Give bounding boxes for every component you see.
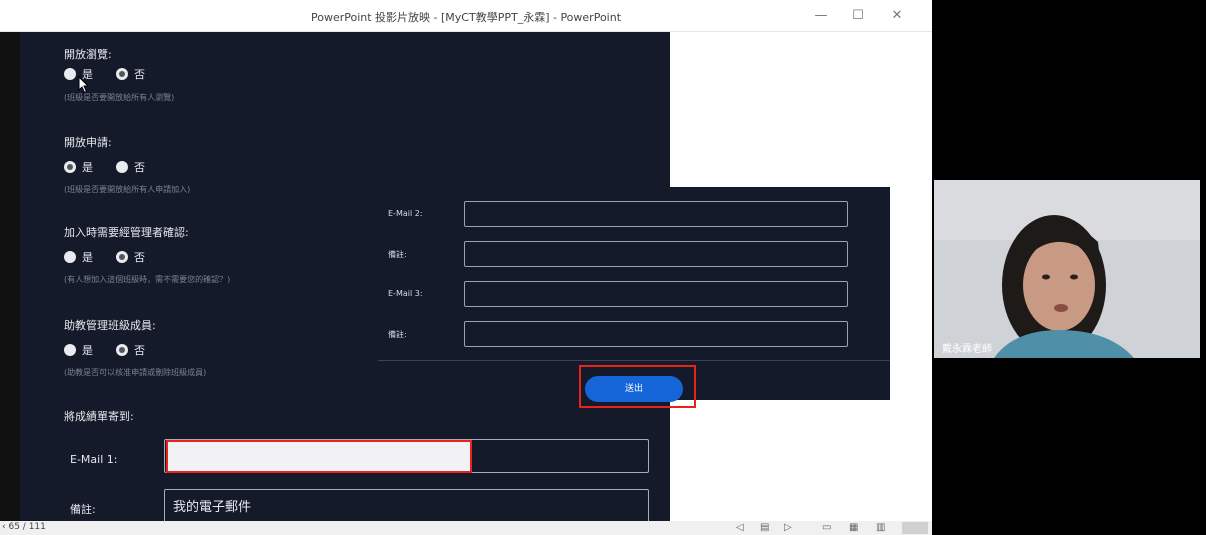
note3-label: 備註: (388, 330, 407, 339)
slide-sorter-icon[interactable]: ▦ (849, 522, 858, 534)
admin-confirm-no-option[interactable]: 否 (116, 249, 145, 265)
open-apply-no-label: 否 (134, 161, 145, 174)
slide-show-icon[interactable] (902, 522, 928, 534)
open-apply-no-option[interactable]: 否 (116, 159, 145, 175)
email3-input[interactable] (464, 281, 848, 307)
ta-manage-no-radio[interactable] (116, 344, 128, 356)
open-apply-hint: (班級是否要開放給所有人申請加入) (64, 185, 191, 194)
open-browse-no-label: 否 (134, 68, 145, 81)
slide-gutter (0, 32, 20, 521)
minimize-button[interactable]: — (806, 6, 836, 26)
presenter-video-image (934, 180, 1200, 358)
submit-highlight-box (579, 365, 696, 408)
ta-manage-hint: (助教是否可以核准申請或刪除班級成員) (64, 368, 207, 377)
ta-manage-label: 助教管理班級成員: (64, 319, 156, 332)
open-apply-yes-radio[interactable] (64, 161, 76, 173)
open-apply-label: 開放申請: (64, 136, 112, 149)
admin-confirm-no-label: 否 (134, 251, 145, 264)
ta-manage-yes-radio[interactable] (64, 344, 76, 356)
window-title: PowerPoint 投影片放映 - [MyCT教學PPT_永霖] - Powe… (310, 11, 622, 24)
note2-input[interactable] (464, 241, 848, 267)
divider (378, 360, 890, 361)
open-apply-no-radio[interactable] (116, 161, 128, 173)
menu-icon[interactable]: ▤ (760, 522, 769, 534)
ta-manage-no-option[interactable]: 否 (116, 342, 145, 358)
reading-view-icon[interactable]: ▥ (876, 522, 885, 534)
admin-confirm-yes-label: 是 (82, 251, 93, 264)
slide-area: 開放瀏覽: 是 否 (班級是否要開放給所有人瀏覽) 開放申請: 是 否 (班級是… (0, 32, 932, 521)
previous-slide-icon[interactable]: ◁ (736, 522, 744, 534)
email1-label: E-Mail 1: (70, 453, 118, 466)
ta-manage-yes-label: 是 (82, 344, 93, 357)
normal-view-icon[interactable]: ▭ (822, 522, 831, 534)
email2-input[interactable] (464, 201, 848, 227)
status-bar: ‹ 65 / 111 ◁ ▤ ▷ ▭ ▦ ▥ (0, 521, 932, 535)
note1-input[interactable]: 我的電子郵件 (164, 489, 649, 521)
ta-manage-no-label: 否 (134, 344, 145, 357)
admin-confirm-no-radio[interactable] (116, 251, 128, 263)
note1-value: 我的電子郵件 (173, 500, 252, 515)
note1-label: 備註: (70, 503, 96, 516)
open-apply-yes-option[interactable]: 是 (64, 159, 93, 175)
next-slide-icon[interactable]: ▷ (784, 522, 792, 534)
open-browse-no-radio[interactable] (116, 68, 128, 80)
note3-input[interactable] (464, 321, 848, 347)
close-button[interactable]: ✕ (882, 6, 912, 26)
mouse-cursor-icon (78, 76, 90, 94)
send-to-label: 將成績單寄到: (64, 410, 134, 423)
open-browse-no-option[interactable]: 否 (116, 66, 145, 82)
admin-confirm-label: 加入時需要經管理者確認: (64, 226, 189, 239)
ta-manage-yes-option[interactable]: 是 (64, 342, 93, 358)
admin-confirm-yes-radio[interactable] (64, 251, 76, 263)
email3-label: E-Mail 3: (388, 289, 423, 298)
open-apply-yes-label: 是 (82, 161, 93, 174)
email1-highlight-box (166, 440, 472, 473)
note2-label: 備註: (388, 250, 407, 259)
title-bar: PowerPoint 投影片放映 - [MyCT教學PPT_永霖] - Powe… (0, 0, 932, 32)
email2-label: E-Mail 2: (388, 209, 423, 218)
maximize-button[interactable]: ☐ (843, 6, 873, 26)
webcam-feed: 戴永霖老師 (934, 180, 1200, 358)
admin-confirm-yes-option[interactable]: 是 (64, 249, 93, 265)
open-browse-yes-radio[interactable] (64, 68, 76, 80)
admin-confirm-hint: (有人想加入這個班級時，需不需要您的確認？) (64, 275, 231, 284)
powerpoint-window: PowerPoint 投影片放映 - [MyCT教學PPT_永霖] - Powe… (0, 0, 932, 535)
open-browse-label: 開放瀏覽: (64, 48, 112, 61)
slide-number: ‹ 65 / 111 (2, 522, 46, 532)
presenter-name: 戴永霖老師 (942, 344, 992, 355)
